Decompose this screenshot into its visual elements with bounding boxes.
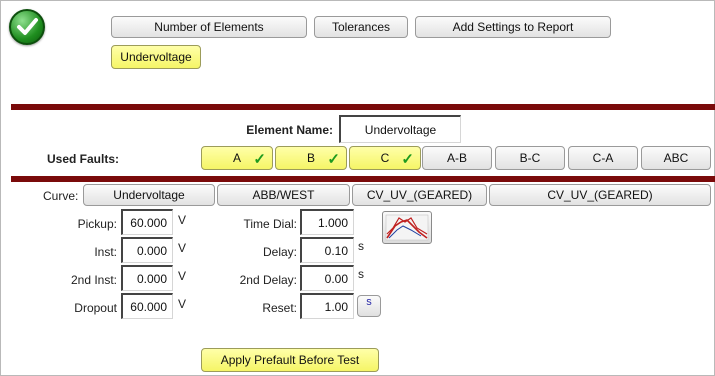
time-dial-field[interactable]: 1.000 (300, 209, 354, 235)
curve-name-button[interactable]: CV_UV_(GEARED) (489, 184, 711, 206)
add-settings-to-report-button[interactable]: Add Settings to Report (415, 16, 611, 38)
inst-label: Inst: (94, 245, 117, 259)
section-divider (11, 176, 715, 182)
number-of-elements-button[interactable]: Number of Elements (111, 16, 307, 38)
element-name-field[interactable]: Undervoltage (339, 115, 461, 143)
curve-model-button[interactable]: CV_UV_(GEARED) (352, 184, 487, 206)
second-inst-unit: V (178, 269, 187, 283)
delay-unit: s (358, 239, 364, 253)
inst-field[interactable]: 0.000 (121, 237, 173, 263)
delay-field[interactable]: 0.10 (300, 237, 354, 263)
fault-label: C (380, 151, 390, 165)
reset-field[interactable]: 1.00 (300, 293, 354, 319)
inst-unit: V (178, 241, 187, 255)
curve-label: Curve: (43, 189, 79, 203)
fault-button-a[interactable]: A ✓ (201, 146, 273, 170)
curve-graph-drawing (385, 214, 429, 241)
fault-button-abc[interactable]: ABC (641, 146, 711, 170)
checkmark-icon: ✓ (401, 151, 414, 168)
second-delay-field[interactable]: 0.00 (300, 265, 354, 291)
used-faults-label: Used Faults: (47, 152, 120, 166)
fault-button-b-c[interactable]: B-C (495, 146, 565, 170)
pickup-label: Pickup: (77, 217, 117, 231)
apply-prefault-button[interactable]: Apply Prefault Before Test (201, 348, 379, 372)
fault-button-c-a[interactable]: C-A (568, 146, 638, 170)
checkmark-icon: ✓ (327, 151, 340, 168)
dropout-label: Dropout (74, 301, 117, 315)
curve-type-button[interactable]: Undervoltage (83, 184, 215, 206)
second-delay-unit: s (358, 267, 364, 281)
curve-manufacturer-button[interactable]: ABB/WEST (217, 184, 350, 206)
fault-label: B (306, 151, 315, 165)
reset-unit-button[interactable]: s (357, 295, 381, 317)
fault-button-a-b[interactable]: A-B (422, 146, 492, 170)
section-divider (11, 104, 715, 110)
fault-button-c[interactable]: C ✓ (349, 146, 421, 170)
reset-label: Reset: (262, 301, 297, 315)
pickup-unit: V (178, 213, 187, 227)
second-inst-label: 2nd Inst: (70, 273, 117, 287)
delay-label: Delay: (262, 245, 297, 259)
element-tab-undervoltage[interactable]: Undervoltage (111, 45, 201, 69)
tolerances-button[interactable]: Tolerances (314, 16, 408, 38)
second-inst-field[interactable]: 0.000 (121, 265, 173, 291)
settings-panel: Number of Elements Tolerances Add Settin… (0, 0, 715, 376)
second-delay-label: 2nd Delay: (239, 273, 297, 287)
fault-button-b[interactable]: B ✓ (275, 146, 347, 170)
pickup-field[interactable]: 60.000 (121, 209, 173, 235)
dropout-unit: V (178, 297, 187, 311)
green-check-circle-icon (9, 9, 45, 45)
curve-graph-icon[interactable] (382, 211, 432, 244)
fault-label: A (232, 151, 241, 165)
time-dial-label: Time Dial: (243, 217, 297, 231)
checkmark-icon: ✓ (253, 151, 266, 168)
element-name-label: Element Name: (246, 123, 333, 137)
dropout-field[interactable]: 60.000 (121, 293, 173, 319)
